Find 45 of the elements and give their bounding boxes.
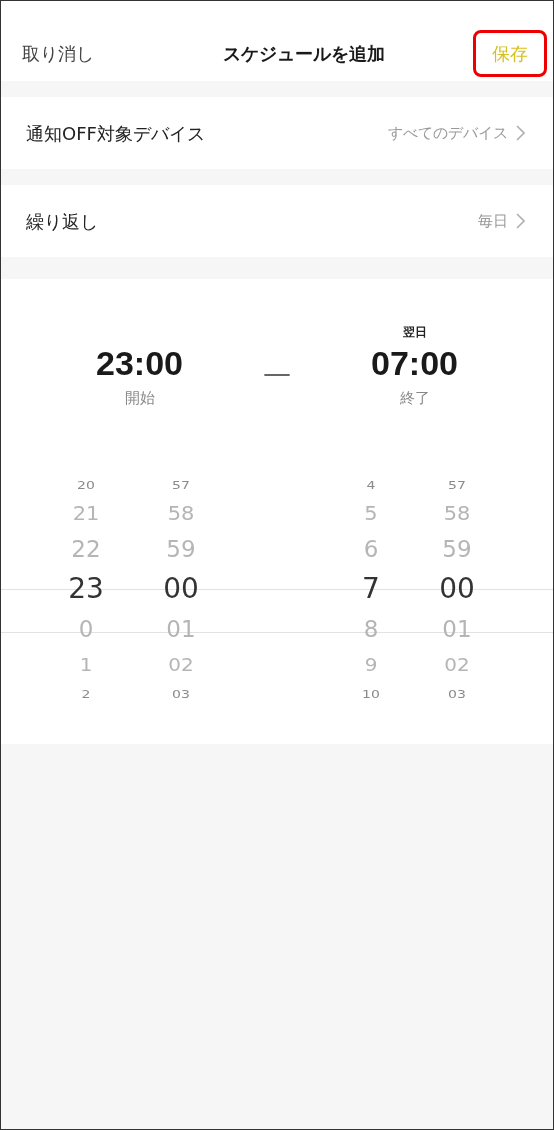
wheel-option[interactable]: 00 — [439, 574, 475, 603]
wheel-option[interactable]: 58 — [167, 505, 195, 524]
wheel-option[interactable]: 5 — [364, 505, 378, 524]
wheel-option[interactable]: 6 — [363, 537, 379, 561]
row-label: 通知OFF対象デバイス — [26, 121, 205, 146]
wheel-option[interactable]: 23 — [68, 574, 104, 603]
wheel-option[interactable]: 03 — [448, 687, 466, 700]
cancel-button[interactable]: 取り消し — [22, 39, 94, 67]
save-button[interactable]: 保存 — [473, 29, 547, 77]
wheel-option[interactable]: 57 — [172, 478, 190, 491]
wheel-option[interactable]: 9 — [364, 656, 378, 674]
wheel-option[interactable]: 2 — [81, 687, 91, 700]
row-label: 繰り返し — [26, 209, 98, 234]
wheel-option[interactable]: 00 — [163, 574, 199, 603]
row-value: すべてのデバイス — [388, 122, 508, 144]
wheel-option[interactable]: 03 — [172, 687, 190, 700]
wheel-option[interactable]: 57 — [448, 478, 466, 491]
wheel-option[interactable]: 59 — [442, 537, 472, 561]
wheel-option[interactable]: 02 — [444, 656, 470, 674]
wheel-option[interactable]: 02 — [168, 656, 194, 674]
wheel-option[interactable]: 22 — [71, 537, 101, 561]
wheel-option[interactable]: 8 — [363, 618, 379, 641]
wheel-option[interactable]: 0 — [78, 618, 94, 641]
wheel-option[interactable]: 10 — [362, 687, 380, 700]
settings-row[interactable]: 繰り返し 毎日 — [1, 185, 553, 257]
chevron-right-icon — [516, 213, 525, 229]
time-value: 07:00 — [371, 343, 458, 384]
wheel-option[interactable]: 7 — [362, 574, 380, 603]
next-day-label: 翌日 — [402, 324, 427, 341]
wheel-option[interactable]: 59 — [166, 537, 196, 561]
row-value: 毎日 — [478, 210, 508, 232]
wheel-option[interactable]: 1 — [79, 656, 93, 674]
wheel-option[interactable]: 21 — [72, 505, 100, 524]
time-label: 開始 — [124, 388, 155, 409]
time-value: 23:00 — [96, 343, 183, 384]
time-separator: — — [262, 356, 292, 392]
settings-row[interactable]: 通知OFF対象デバイス すべてのデバイス — [1, 97, 553, 169]
chevron-right-icon — [516, 125, 525, 141]
time-label: 終了 — [399, 388, 430, 409]
wheel-option[interactable]: 01 — [442, 618, 472, 641]
wheel-option[interactable]: 58 — [443, 505, 471, 524]
wheel-option[interactable]: 20 — [77, 478, 95, 491]
screen-title: スケジュールを追加 — [222, 41, 385, 66]
wheel-option[interactable]: 01 — [166, 618, 196, 641]
wheel-option[interactable]: 4 — [366, 478, 376, 491]
